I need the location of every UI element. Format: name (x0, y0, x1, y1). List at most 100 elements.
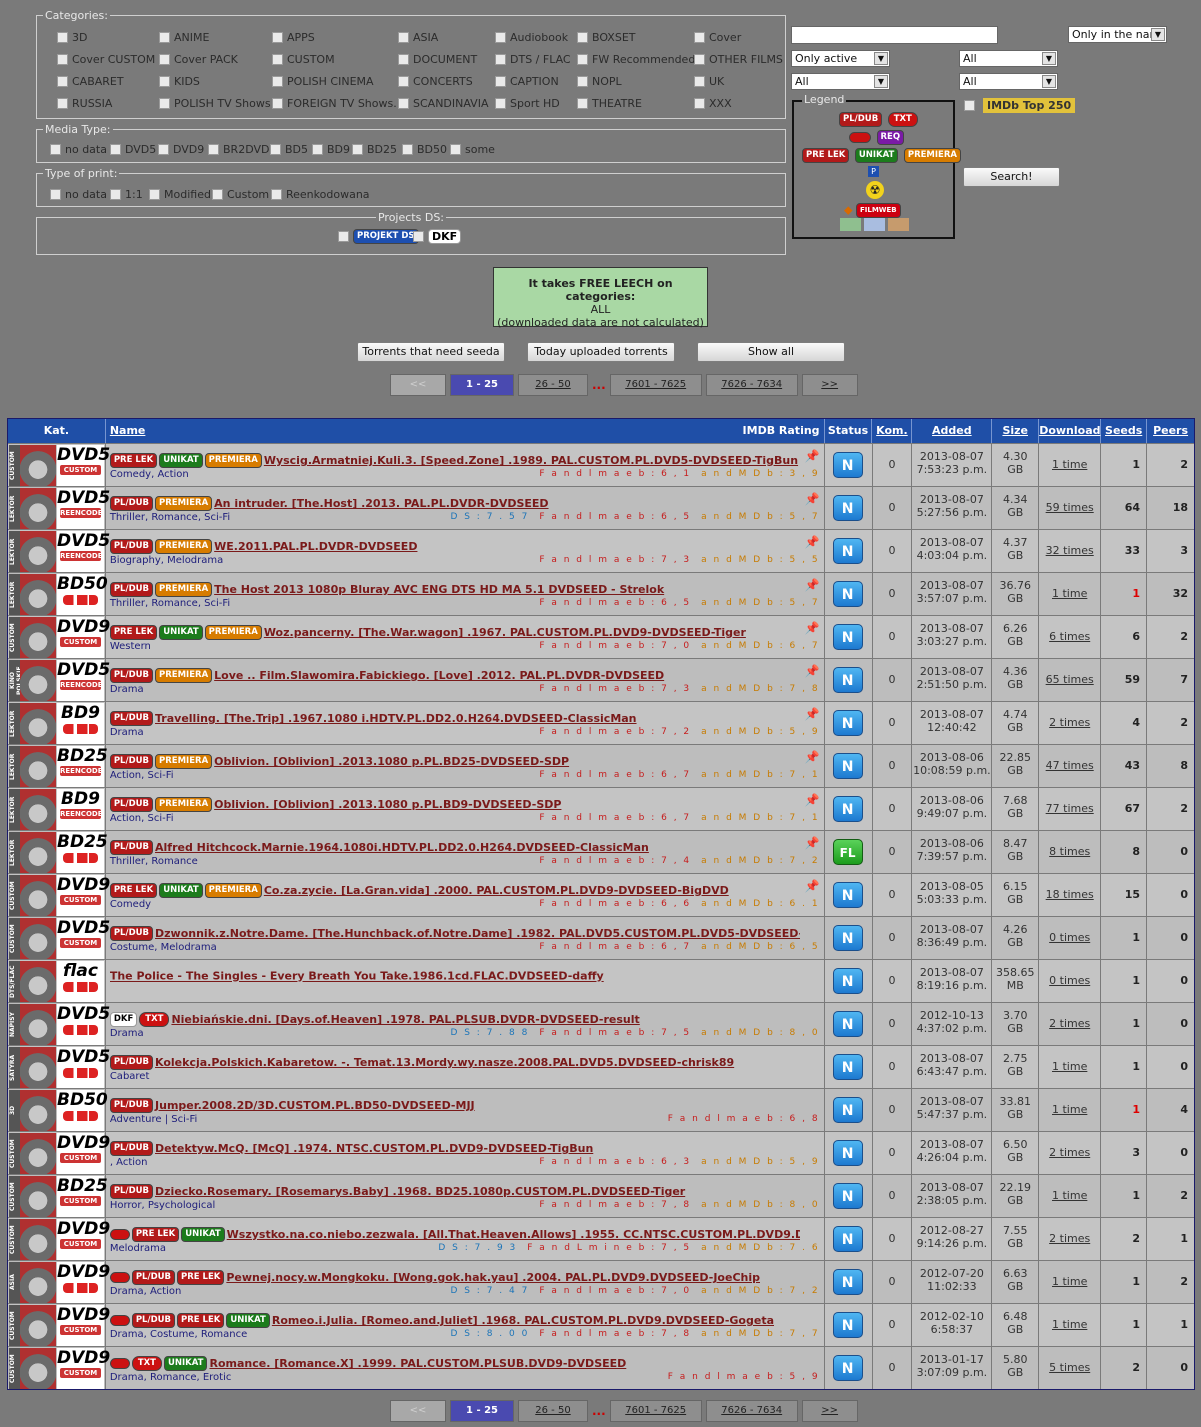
category-cell[interactable]: CUSTOM DVD9 CUSTOM (8, 1347, 110, 1389)
media-type-checkbox[interactable]: BD9 (312, 143, 350, 156)
download-count-link[interactable]: 1 time (1052, 1189, 1087, 1202)
category-box[interactable] (159, 98, 170, 109)
torrent-title-link[interactable]: Oblivion. [Oblivion] .2013.1080 p.PL.BD9… (214, 798, 561, 811)
pager-link[interactable]: 26 - 50 (518, 374, 588, 396)
torrent-title-link[interactable]: The Host 2013 1080p Bluray AVC ENG DTS H… (214, 583, 664, 596)
media-type-checkbox[interactable]: DVD5 (110, 143, 156, 156)
header-download[interactable]: Download (1039, 419, 1102, 443)
media-type-checkbox[interactable]: BD25 (352, 143, 397, 156)
torrent-title-link[interactable]: Pewnej.nocy.w.Mongkoku. [Wong.gok.hak.ya… (226, 1271, 760, 1284)
pager-link[interactable]: >> (801, 374, 858, 396)
download-count-link[interactable]: 1 time (1052, 1103, 1087, 1116)
torrent-title-link[interactable]: Oblivion. [Oblivion] .2013.1080 p.PL.BD2… (214, 755, 569, 768)
category-box[interactable] (272, 98, 283, 109)
today-uploaded-button[interactable]: Today uploaded torrents (527, 342, 675, 362)
category-checkbox[interactable]: DTS / FLAC (495, 53, 571, 66)
torrent-title-link[interactable]: Co.za.zycie. [La.Gran.vida] .2000. PAL.C… (264, 884, 729, 897)
torrent-title-link[interactable]: Niebiańskie.dni. [Days.of.Heaven] .1978.… (171, 1013, 639, 1026)
print-type-checkbox[interactable]: Reenkodowana (271, 188, 370, 201)
download-count-link[interactable]: 2 times (1049, 1146, 1090, 1159)
category-cell[interactable]: KINO POLSKIE DVD5REENCODE (8, 659, 110, 701)
header-name[interactable]: Name IMDB Rating (106, 419, 825, 443)
category-checkbox[interactable]: XXX (694, 97, 732, 110)
category-cell[interactable]: NAPISY DVD5 (8, 1003, 110, 1045)
print-type-box[interactable] (50, 189, 61, 200)
torrent-title-link[interactable]: Kolekcja.Polskich.Kabaretow. -. Temat.13… (155, 1056, 734, 1069)
torrent-title-link[interactable]: Alfred Hitchcock.Marnie.1964.1080i.HDTV.… (155, 841, 649, 854)
torrent-title-link[interactable]: Dziecko.Rosemary. [Rosemarys.Baby] .1968… (155, 1185, 685, 1198)
torrent-title-link[interactable]: Woz.pancerny. [The.War.wagon] .1967. PAL… (264, 626, 746, 639)
category-box[interactable] (57, 98, 68, 109)
download-count-link[interactable]: 1 time (1052, 587, 1087, 600)
category-cell[interactable]: CUSTOM DVD9 CUSTOM (8, 874, 110, 916)
category-box[interactable] (694, 32, 705, 43)
category-cell[interactable]: CUSTOM DVD5 CUSTOM (8, 917, 110, 959)
media-type-checkbox[interactable]: BD5 (270, 143, 308, 156)
category-checkbox[interactable]: Audiobook (495, 31, 568, 44)
category-checkbox[interactable]: RUSSIA (57, 97, 112, 110)
category-checkbox[interactable]: BOXSET (577, 31, 636, 44)
download-count-link[interactable]: 2 times (1049, 1017, 1090, 1030)
imdb-top-box[interactable] (964, 100, 975, 111)
media-type-box[interactable] (312, 144, 323, 155)
dkf-checkbox[interactable]: DKF (413, 229, 463, 244)
media-type-checkbox[interactable]: some (450, 143, 495, 156)
category-checkbox[interactable]: CAPTION (495, 75, 559, 88)
category-checkbox[interactable]: FOREIGN TV Shows. (272, 97, 397, 110)
download-count-link[interactable]: 1 time (1052, 458, 1087, 471)
category-box[interactable] (398, 32, 409, 43)
category-checkbox[interactable]: CABARET (57, 75, 124, 88)
media-type-box[interactable] (352, 144, 363, 155)
torrent-title-link[interactable]: Dzwonnik.z.Notre.Dame. [The.Hunchback.of… (155, 927, 800, 940)
category-box[interactable] (57, 76, 68, 87)
download-count-link[interactable]: 6 times (1049, 630, 1090, 643)
category-box[interactable] (159, 32, 170, 43)
category-cell[interactable]: CUSTOM BD25 CUSTOM (8, 1175, 108, 1217)
header-size[interactable]: Size (992, 419, 1040, 443)
category-cell[interactable]: DTS/FLAC flac (8, 960, 106, 1002)
pager-link[interactable]: 1 - 25 (450, 374, 514, 396)
pager-link[interactable]: 7626 - 7634 (705, 374, 798, 396)
torrent-title-link[interactable]: Love .. Film.Slawomira.Fabickiego. [Love… (214, 669, 664, 682)
category-box[interactable] (398, 76, 409, 87)
print-type-checkbox[interactable]: no data (50, 188, 107, 201)
download-count-link[interactable]: 1 time (1052, 1318, 1087, 1331)
category-box[interactable] (159, 54, 170, 65)
category-box[interactable] (272, 76, 283, 87)
category-cell[interactable]: SATYRA DVD5 (8, 1046, 110, 1088)
download-count-link[interactable]: 5 times (1049, 1361, 1090, 1374)
header-kom[interactable]: Kom. (872, 419, 913, 443)
category-checkbox[interactable]: Cover CUSTOM (57, 53, 155, 66)
torrent-title-link[interactable]: Detektyw.McQ. [McQ] .1974. NTSC.CUSTOM.P… (155, 1142, 593, 1155)
download-count-link[interactable]: 32 times (1046, 544, 1094, 557)
category-box[interactable] (577, 54, 588, 65)
download-count-link[interactable]: 1 time (1052, 1275, 1087, 1288)
show-all-button[interactable]: Show all (697, 342, 845, 362)
category-checkbox[interactable]: UK (694, 75, 724, 88)
category-checkbox[interactable]: OTHER FILMS (694, 53, 783, 66)
category-box[interactable] (694, 54, 705, 65)
header-name-label[interactable]: Name (110, 424, 146, 437)
category-checkbox[interactable]: Cover PACK (159, 53, 238, 66)
category-checkbox[interactable]: Cover (694, 31, 741, 44)
category-checkbox[interactable]: ANIME (159, 31, 209, 44)
print-type-box[interactable] (110, 189, 121, 200)
torrent-title-link[interactable]: WE.2011.PAL.PL.DVDR-DVDSEED (214, 540, 417, 553)
torrent-title-link[interactable]: Romance. [Romance.X] .1999. PAL.CUSTOM.P… (209, 1357, 626, 1370)
media-type-box[interactable] (158, 144, 169, 155)
download-count-link[interactable]: 47 times (1046, 759, 1094, 772)
category-box[interactable] (577, 32, 588, 43)
category-checkbox[interactable]: KIDS (159, 75, 200, 88)
torrent-title-link[interactable]: Wszystko.na.co.niebo.zezwala. [All.That.… (227, 1228, 800, 1241)
print-type-box[interactable] (212, 189, 223, 200)
print-type-box[interactable] (271, 189, 282, 200)
active-select[interactable]: Only active ▼ (791, 50, 890, 67)
pager-link[interactable]: 7601 - 7625 (609, 374, 702, 396)
pager-link[interactable]: 7626 - 7634 (705, 1400, 798, 1422)
category-box[interactable] (495, 98, 506, 109)
header-seeds[interactable]: Seeds (1101, 419, 1148, 443)
download-count-link[interactable]: 65 times (1046, 673, 1094, 686)
category-cell[interactable]: 3D BD50 (8, 1089, 108, 1131)
torrent-title-link[interactable]: Romeo.i.Julia. [Romeo.and.Juliet] .1968.… (272, 1314, 774, 1327)
category-checkbox[interactable]: NOPL (577, 75, 622, 88)
